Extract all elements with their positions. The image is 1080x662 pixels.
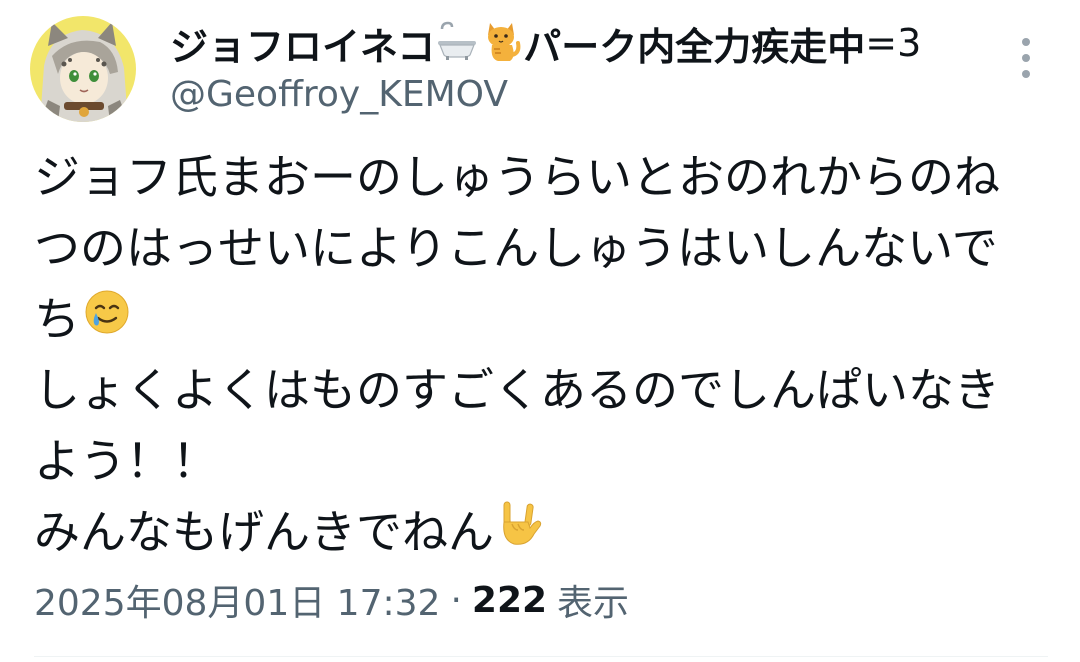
tweet-line-text: よう！！	[34, 434, 218, 488]
tweet-line-text: ジョフ氏まおーのしゅうらいとおのれからのね	[34, 150, 1000, 204]
tweet-line: よう！！	[34, 426, 1054, 497]
more-dot	[1022, 70, 1030, 78]
tweet-line-text: ち	[34, 292, 80, 346]
tweet-line: ち	[34, 284, 1054, 355]
divider	[34, 656, 1048, 657]
display-name-part1: ジョフロイネコ	[170, 24, 436, 69]
tweet-line-text: みんなもげんきでねん	[34, 505, 494, 559]
display-name-part2: パーク内全力疾走中	[523, 24, 866, 69]
tweet-text: ジョフ氏まおーのしゅうらいとおのれからのね つのはっせいによりこんしゅうはいしん…	[34, 142, 1054, 568]
more-dot	[1022, 38, 1030, 46]
tweet-card: ジョフロイネコ パーク内全力疾走中 =3 @Geoffroy_KEMOV ジョフ…	[0, 0, 1080, 662]
tweet-header: ジョフロイネコ パーク内全力疾走中 =3 @Geoffroy_KEMOV	[170, 14, 970, 115]
views-count: 222	[471, 579, 548, 621]
tweet-line-text: しょくよくはものすごくあるのでしんぱいなき	[34, 363, 1000, 417]
tweet-meta: 2025年08月01日 17:32 · 222 表示	[34, 574, 629, 626]
views-label: 表示	[557, 583, 630, 624]
cat-icon	[480, 19, 522, 67]
avatar[interactable]	[30, 16, 136, 122]
display-name-link[interactable]: ジョフロイネコ パーク内全力疾走中 =3	[170, 14, 970, 72]
tweet-line: しょくよくはものすごくあるのでしんぱいなき	[34, 355, 1054, 426]
avatar-image	[30, 16, 136, 122]
bathtub-icon	[436, 21, 478, 65]
more-options-icon[interactable]	[1008, 38, 1044, 78]
tweet-line: みんなもげんきでねん	[34, 497, 1054, 568]
love-you-gesture-icon	[496, 497, 542, 568]
timestamp-link[interactable]: 2025年08月01日 17:32	[34, 574, 440, 626]
tweet-line-text: つのはっせいによりこんしゅうはいしんないで	[34, 221, 998, 275]
tweet-line: つのはっせいによりこんしゅうはいしんないで	[34, 213, 1054, 284]
meta-separator: ·	[450, 579, 462, 621]
user-handle[interactable]: @Geoffroy_KEMOV	[170, 74, 970, 115]
display-name-suffix: =3	[865, 21, 922, 65]
smiling-face-with-tear-icon	[84, 284, 130, 355]
more-dot	[1022, 54, 1030, 62]
tweet-line: ジョフ氏まおーのしゅうらいとおのれからのね	[34, 142, 1054, 213]
